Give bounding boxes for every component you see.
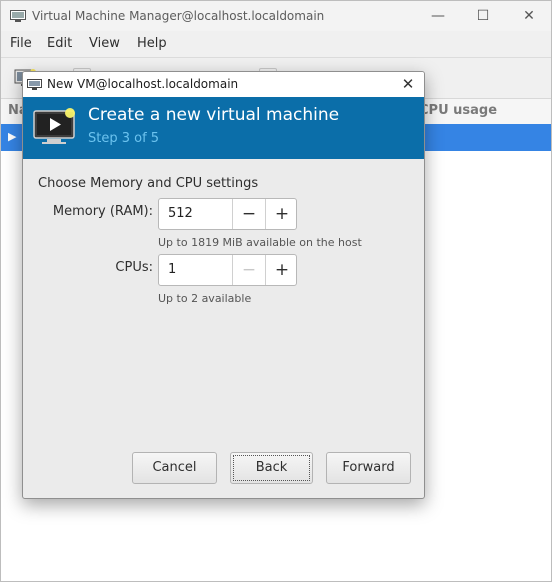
cpus-decrease-button[interactable]: − xyxy=(232,255,265,285)
cpus-increase-button[interactable]: + xyxy=(265,255,298,285)
memory-decrease-button[interactable]: − xyxy=(232,199,265,229)
close-button[interactable]: ✕ xyxy=(518,5,540,27)
expander-arrow-icon[interactable]: ▶ xyxy=(8,130,16,143)
new-vm-dialog: New VM@localhost.localdomain ✕ Create a … xyxy=(22,71,425,499)
virt-manager-app-icon xyxy=(10,10,26,22)
main-window-title: Virtual Machine Manager@localhost.locald… xyxy=(32,9,325,23)
memory-label: Memory (RAM): xyxy=(52,204,153,219)
memory-increase-button[interactable]: + xyxy=(265,199,298,229)
memory-spinbutton: 512 − + xyxy=(158,198,297,230)
menu-edit[interactable]: Edit xyxy=(47,36,72,51)
menu-help[interactable]: Help xyxy=(137,36,167,51)
column-cpu-usage-header[interactable]: CPU usage xyxy=(419,103,497,118)
dialog-titlebar[interactable]: New VM@localhost.localdomain ✕ xyxy=(23,72,424,97)
cpus-input[interactable]: 1 xyxy=(168,262,176,277)
dialog-close-button[interactable]: ✕ xyxy=(398,74,418,94)
menubar: File Edit View Help xyxy=(1,31,551,58)
cpus-spinbutton: 1 − + xyxy=(158,254,297,286)
forward-button[interactable]: Forward xyxy=(326,452,411,484)
wizard-step: Step 3 of 5 xyxy=(88,131,160,146)
menu-file[interactable]: File xyxy=(10,36,32,51)
section-label: Choose Memory and CPU settings xyxy=(38,176,259,191)
virt-manager-app-icon xyxy=(27,79,42,90)
cancel-button[interactable]: Cancel xyxy=(132,452,217,484)
back-button[interactable]: Back xyxy=(230,452,313,484)
cpus-label: CPUs: xyxy=(115,260,153,275)
memory-hint: Up to 1819 MiB available on the host xyxy=(158,236,362,249)
monitor-play-icon xyxy=(33,108,75,144)
wizard-title: Create a new virtual machine xyxy=(88,105,340,125)
menu-view[interactable]: View xyxy=(89,36,120,51)
memory-input[interactable]: 512 xyxy=(168,206,193,221)
wizard-banner: Create a new virtual machine Step 3 of 5 xyxy=(23,97,424,159)
dialog-title: New VM@localhost.localdomain xyxy=(47,77,239,91)
cpus-hint: Up to 2 available xyxy=(158,292,252,305)
maximize-button[interactable]: ☐ xyxy=(472,5,494,27)
minimize-button[interactable]: — xyxy=(427,5,449,27)
main-titlebar[interactable]: Virtual Machine Manager@localhost.locald… xyxy=(1,1,551,31)
